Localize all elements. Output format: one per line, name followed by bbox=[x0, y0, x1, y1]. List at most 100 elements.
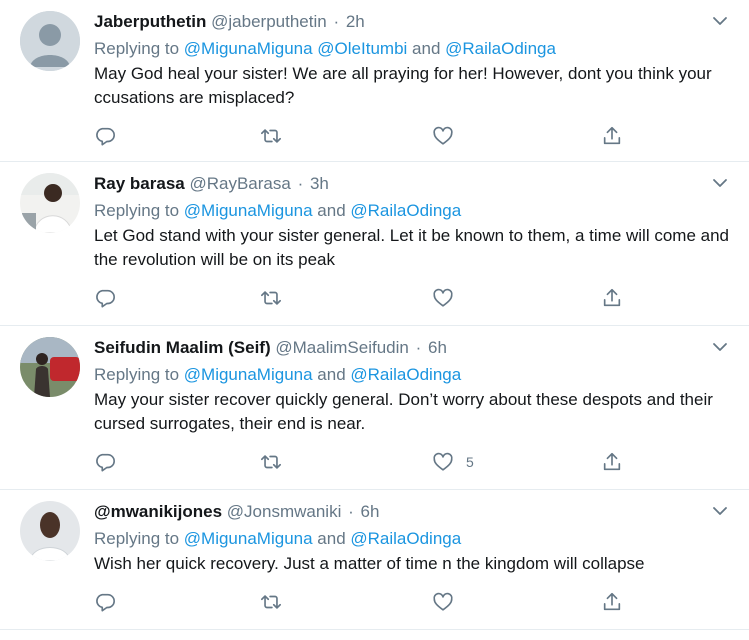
tweet-header: Ray barasa @RayBarasa · 3h bbox=[94, 173, 729, 195]
profile-photo bbox=[20, 337, 80, 397]
tweet-text: May God heal your sister! We are all pra… bbox=[94, 64, 712, 107]
share-button[interactable] bbox=[601, 124, 623, 148]
mention-link[interactable]: @MigunaMiguna bbox=[184, 365, 313, 384]
timestamp[interactable]: 6h bbox=[361, 502, 380, 521]
profile-photo bbox=[20, 173, 80, 233]
retweet-icon bbox=[261, 595, 281, 609]
username[interactable]: @jaberputhetin bbox=[211, 12, 327, 31]
reply-icon bbox=[96, 289, 115, 308]
tweet-actions: 5 bbox=[94, 450, 634, 474]
mention-link[interactable]: @RailaOdinga bbox=[445, 39, 556, 58]
like-count: 5 bbox=[466, 454, 474, 470]
tweet-actions bbox=[94, 124, 634, 148]
retweet-button[interactable] bbox=[260, 590, 282, 614]
avatar[interactable] bbox=[20, 337, 80, 397]
default-avatar-icon bbox=[20, 11, 80, 71]
mention-separator: and bbox=[312, 529, 351, 548]
tweet-header: Jaberputhetin @jaberputhetin · 2h bbox=[94, 11, 729, 33]
share-icon bbox=[603, 288, 621, 307]
reply-feed: Jaberputhetin @jaberputhetin · 2h Replyi… bbox=[0, 0, 749, 630]
tweet[interactable]: @mwanikijones @Jonsmwaniki · 6h Replying… bbox=[0, 490, 749, 630]
tweet[interactable]: Jaberputhetin @jaberputhetin · 2h Replyi… bbox=[0, 0, 749, 162]
share-icon bbox=[603, 452, 621, 471]
tweet-body: Ray barasa @RayBarasa · 3h Replying to @… bbox=[94, 173, 729, 272]
share-button[interactable] bbox=[601, 450, 623, 474]
retweet-button[interactable] bbox=[260, 450, 282, 474]
separator-dot: · bbox=[415, 338, 422, 357]
display-name[interactable]: Ray barasa bbox=[94, 174, 185, 193]
reply-icon bbox=[96, 453, 115, 472]
retweet-icon bbox=[261, 291, 281, 305]
display-name[interactable]: @mwanikijones bbox=[94, 502, 222, 521]
timestamp[interactable]: 6h bbox=[428, 338, 447, 357]
tweet-header: @mwanikijones @Jonsmwaniki · 6h bbox=[94, 501, 729, 523]
mention-link[interactable]: @RailaOdinga bbox=[350, 365, 461, 384]
like-button[interactable] bbox=[432, 124, 466, 148]
separator-dot: · bbox=[348, 502, 354, 521]
tweet-text: Wish her quick recovery. Just a matter o… bbox=[94, 554, 645, 573]
reply-icon bbox=[96, 593, 115, 612]
share-icon bbox=[603, 126, 621, 145]
mention-link[interactable]: @MigunaMiguna bbox=[184, 39, 313, 58]
tweet-text: Let God stand with your sister general. … bbox=[94, 226, 729, 269]
mention-separator: and bbox=[407, 39, 446, 58]
tweet-header: Seifudin Maalim (Seif) @MaalimSeifudin ·… bbox=[94, 337, 729, 359]
reply-button[interactable] bbox=[94, 450, 116, 474]
separator-dot: · bbox=[297, 174, 304, 193]
display-name[interactable]: Seifudin Maalim (Seif) bbox=[94, 338, 271, 357]
chevron-down-icon[interactable] bbox=[711, 502, 729, 520]
separator-dot: · bbox=[333, 12, 340, 31]
tweet-body: @mwanikijones @Jonsmwaniki · 6h Replying… bbox=[94, 501, 729, 576]
avatar[interactable] bbox=[20, 501, 80, 561]
mention-link[interactable]: @MigunaMiguna bbox=[184, 529, 313, 548]
like-button[interactable] bbox=[432, 590, 466, 614]
mention-link[interactable]: @RailaOdinga bbox=[350, 201, 461, 220]
tweet-actions bbox=[94, 286, 634, 310]
username[interactable]: @Jonsmwaniki bbox=[227, 502, 342, 521]
mention-link[interactable]: @RailaOdinga bbox=[350, 529, 461, 548]
tweet-body: Jaberputhetin @jaberputhetin · 2h Replyi… bbox=[94, 11, 729, 110]
replying-to-label: Replying to bbox=[94, 201, 184, 220]
chevron-down-icon[interactable] bbox=[711, 338, 729, 356]
tweet-actions bbox=[94, 590, 634, 614]
timestamp[interactable]: 3h bbox=[310, 174, 329, 193]
tweet[interactable]: Ray barasa @RayBarasa · 3h Replying to @… bbox=[0, 162, 749, 326]
reply-button[interactable] bbox=[94, 286, 116, 310]
share-button[interactable] bbox=[601, 590, 623, 614]
like-button[interactable] bbox=[432, 286, 466, 310]
retweet-button[interactable] bbox=[260, 124, 282, 148]
share-button[interactable] bbox=[601, 286, 623, 310]
username[interactable]: @RayBarasa bbox=[189, 174, 290, 193]
replying-to: Replying to @MigunaMiguna and @RailaOdin… bbox=[94, 200, 729, 222]
username[interactable]: @MaalimSeifudin bbox=[275, 338, 408, 357]
heart-icon bbox=[433, 592, 453, 611]
reply-icon bbox=[96, 127, 115, 146]
tweet[interactable]: Seifudin Maalim (Seif) @MaalimSeifudin ·… bbox=[0, 326, 749, 490]
display-name[interactable]: Jaberputhetin bbox=[94, 12, 206, 31]
retweet-icon bbox=[261, 455, 281, 469]
avatar[interactable] bbox=[20, 11, 80, 71]
heart-icon bbox=[433, 452, 453, 471]
chevron-down-icon[interactable] bbox=[711, 12, 729, 30]
heart-icon bbox=[433, 126, 453, 145]
replying-to-label: Replying to bbox=[94, 39, 184, 58]
mention-separator: and bbox=[312, 365, 351, 384]
mention-link[interactable]: @OleItumbi bbox=[317, 39, 407, 58]
mention-link[interactable]: @MigunaMiguna bbox=[184, 201, 313, 220]
replying-to-label: Replying to bbox=[94, 529, 184, 548]
reply-button[interactable] bbox=[94, 590, 116, 614]
profile-photo bbox=[20, 501, 80, 561]
replying-to: Replying to @MigunaMiguna and @RailaOdin… bbox=[94, 364, 729, 386]
share-icon bbox=[603, 592, 621, 611]
retweet-button[interactable] bbox=[260, 286, 282, 310]
like-button[interactable]: 5 bbox=[432, 450, 474, 474]
timestamp[interactable]: 2h bbox=[346, 12, 365, 31]
reply-button[interactable] bbox=[94, 124, 116, 148]
replying-to: Replying to @MigunaMiguna @OleItumbi and… bbox=[94, 38, 729, 60]
tweet-body: Seifudin Maalim (Seif) @MaalimSeifudin ·… bbox=[94, 337, 729, 436]
retweet-icon bbox=[261, 129, 281, 143]
mention-separator: and bbox=[312, 201, 351, 220]
avatar[interactable] bbox=[20, 173, 80, 233]
chevron-down-icon[interactable] bbox=[711, 174, 729, 192]
replying-to-label: Replying to bbox=[94, 365, 184, 384]
